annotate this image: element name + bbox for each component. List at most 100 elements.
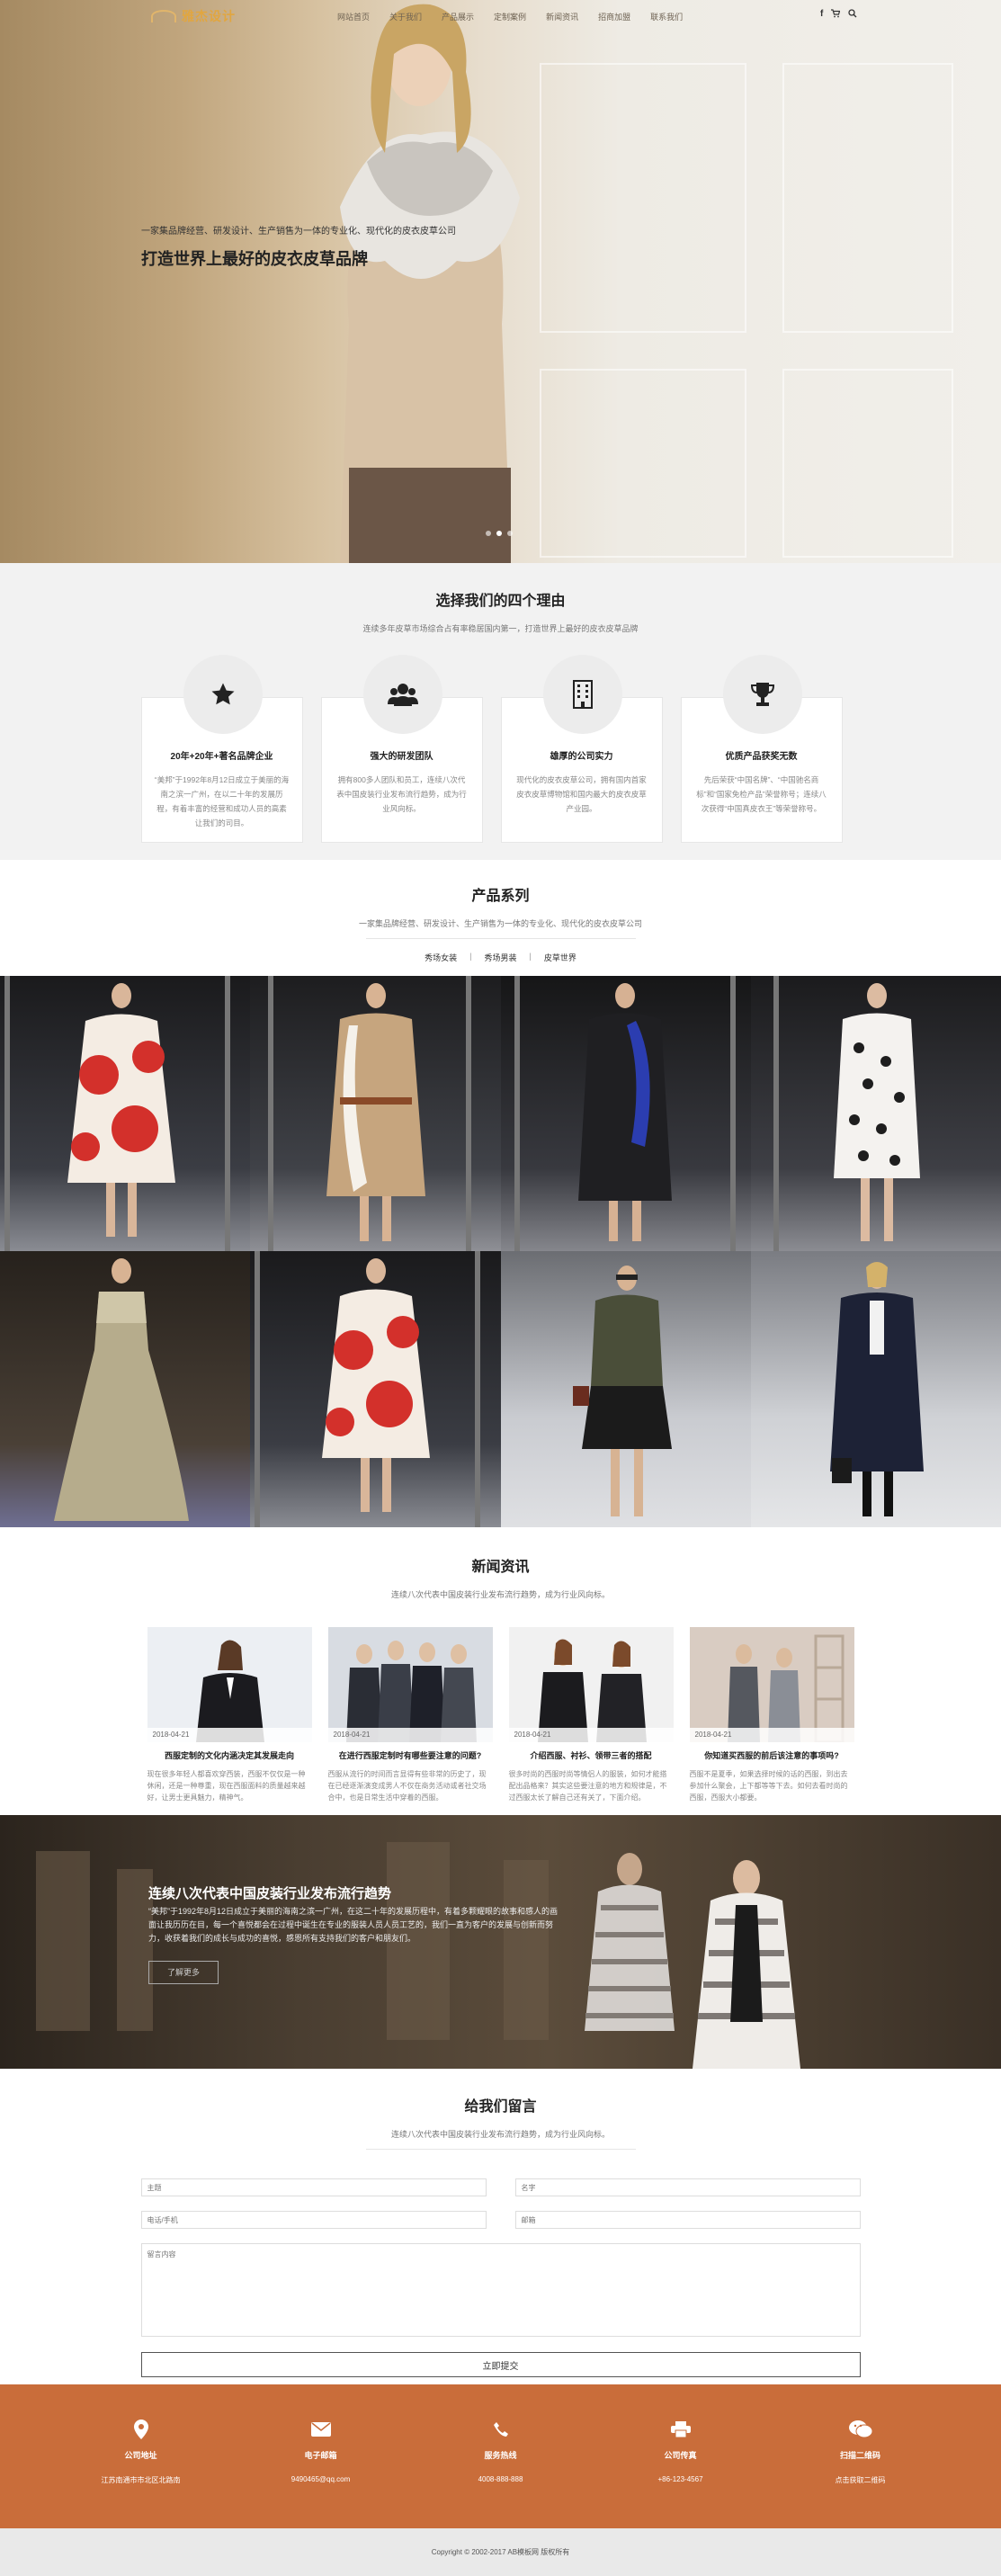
product-grid [0, 976, 1001, 1527]
hero-banner: 雅杰设计 网站首页 关于我们 产品展示 定制案例 新闻资讯 招商加盟 联系我们 … [0, 0, 1001, 563]
subject-input[interactable] [140, 2178, 487, 2196]
message-form: 立即提交 [140, 2178, 861, 2377]
menu-item-about[interactable]: 关于我们 [389, 11, 422, 22]
slider-dots [486, 531, 513, 536]
news-item-text: 现在很多年轻人都喜欢穿西装，西服不仅仅是一种休闲，还是一种尊重，现在西服面料的质… [147, 1770, 306, 1802]
cart-icon[interactable] [831, 9, 841, 21]
product-tile[interactable] [0, 1251, 251, 1527]
reason-cards: 20年+20年+著名品牌企业 “美邦”于1992年8月12日成立于美丽的海南之滨… [140, 655, 861, 843]
facebook-icon[interactable]: f [820, 9, 823, 21]
reason-card: 雄厚的公司实力 现代化的皮衣皮草公司，拥有国内首家皮衣皮草博物馆和国内最大的皮衣… [500, 655, 663, 843]
news-item-title[interactable]: 在进行西服定制时有哪些要注意的问题? [328, 1749, 493, 1761]
product-tile[interactable] [250, 1251, 501, 1527]
news-item[interactable]: 2018-04-21 你知道买西服的前后该注意的事项吗? 西服不是夏季，如果选择… [689, 1627, 854, 1803]
news-item-title[interactable]: 你知道买西服的前后该注意的事项吗? [690, 1749, 854, 1761]
menu-item-products[interactable]: 产品展示 [442, 11, 474, 22]
phone-input[interactable] [140, 2211, 487, 2229]
footer-address: 公司地址 江苏南通市市北区北路南 [51, 2419, 231, 2528]
reason-card-title: 20年+20年+著名品牌企业 [170, 752, 273, 762]
product-tile[interactable] [500, 976, 751, 1251]
product-tile[interactable] [250, 976, 501, 1251]
footer-hotline-title: 服务热线 [484, 2451, 517, 2460]
products-section: 产品系列 一家集品牌经营、研发设计、生产销售为一体的专业化、现代化的皮衣皮草公司… [0, 860, 1001, 1527]
footer-info: 公司地址 江苏南通市市北区北路南 电子邮箱 9490465@qq.com 服务热… [0, 2384, 1001, 2528]
nav-icons: f [820, 9, 857, 21]
news-section: 新闻资讯 连续八次代表中国皮装行业发布流行趋势，成为行业风向标。 2018-04… [0, 1527, 1001, 1815]
footer-email: 电子邮箱 9490465@qq.com [231, 2419, 411, 2528]
news-date: 2018-04-21 [327, 1728, 493, 1742]
news-item[interactable]: 2018-04-21 在进行西服定制时有哪些要注意的问题? 西服从流行的时间而言… [327, 1627, 493, 1803]
message-textarea[interactable] [140, 2243, 861, 2337]
phone-icon [411, 2419, 591, 2440]
news-item-text: 西服不是夏季，如果选择时候的话的西服，到出去参加什么聚会，上下都等等下去。如何去… [689, 1770, 848, 1802]
trophy-icon [722, 655, 802, 734]
news-date: 2018-04-21 [147, 1728, 312, 1742]
tab-women[interactable]: 秀场女装 [425, 952, 457, 963]
menu-item-home[interactable]: 网站首页 [337, 11, 370, 22]
news-item-title[interactable]: 西服定制的文化内涵决定其发展走向 [147, 1749, 312, 1761]
reason-card: 优质产品获奖无数 先后荣获“中国名牌”、“中国驰名商标”和“国家免检产品”荣誉称… [680, 655, 843, 843]
menu-item-cases[interactable]: 定制案例 [494, 11, 526, 22]
building-icon [542, 655, 622, 734]
menu-item-news[interactable]: 新闻资讯 [546, 11, 578, 22]
news-list: 2018-04-21 西服定制的文化内涵决定其发展走向 现在很多年轻人都喜欢穿西… [147, 1627, 854, 1803]
slider-dot[interactable] [496, 531, 502, 536]
reason-card-text: 现代化的皮衣皮草公司，拥有国内首家皮衣皮草博物馆和国内最大的皮衣皮草产业园。 [516, 775, 647, 813]
product-tabs: 秀场女装 | 秀场男装 | 皮草世界 [0, 952, 1001, 963]
news-image: 2018-04-21 [689, 1627, 854, 1742]
wall-panel [540, 63, 746, 333]
news-item-text: 西服从流行的时间而言显得有些非常的历史了，现在已经逐渐演变成男人不仅在商务活动或… [327, 1770, 487, 1802]
banner-text: “美邦”于1992年8月12日成立于美丽的海南之滨一广州，在这二十年的发展历程中… [148, 1907, 559, 1943]
product-tile[interactable] [750, 1251, 1001, 1527]
product-tile[interactable] [0, 976, 251, 1251]
slider-dot[interactable] [486, 531, 491, 536]
news-date: 2018-04-21 [689, 1728, 854, 1742]
reason-card-title: 雄厚的公司实力 [550, 752, 613, 762]
footer-email-value[interactable]: 9490465@qq.com [231, 2475, 411, 2483]
divider [365, 938, 636, 939]
news-date: 2018-04-21 [508, 1728, 674, 1742]
footer-fax-title: 公司传真 [664, 2451, 697, 2460]
products-subtitle: 一家集品牌经营、研发设计、生产销售为一体的专业化、现代化的皮衣皮草公司 [358, 919, 642, 928]
main-menu: 网站首页 关于我们 产品展示 定制案例 新闻资讯 招商加盟 联系我们 [337, 11, 683, 22]
tab-separator: | [529, 952, 532, 961]
tab-men[interactable]: 秀场男装 [484, 952, 516, 963]
menu-item-join[interactable]: 招商加盟 [598, 11, 630, 22]
menu-item-contact[interactable]: 联系我们 [650, 11, 683, 22]
slider-dot[interactable] [507, 531, 513, 536]
reason-card-title: 强大的研发团队 [370, 752, 433, 762]
news-item[interactable]: 2018-04-21 介绍西服、衬衫、领带三者的搭配 很多时尚的西服时尚等情侣人… [508, 1627, 674, 1803]
submit-button[interactable]: 立即提交 [140, 2352, 861, 2377]
learn-more-button[interactable]: 了解更多 [148, 1961, 219, 1984]
contact-subtitle: 连续八次代表中国皮装行业发布流行趋势，成为行业风向标。 [390, 2130, 610, 2139]
reason-card: 强大的研发团队 拥有800多人团队和员工，连续八次代表中国皮装行业发布流行趋势，… [320, 655, 483, 843]
name-input[interactable] [514, 2178, 861, 2196]
wall-panel [782, 369, 953, 558]
news-title: 新闻资讯 [471, 1560, 530, 1575]
divider [365, 2149, 636, 2150]
hero-model-image [340, 4, 520, 563]
contact-title: 给我们留言 [464, 2099, 537, 2115]
footer-qrcode-link[interactable]: 点击获取二维码 [771, 2475, 951, 2485]
search-icon[interactable] [848, 9, 857, 21]
product-tile[interactable] [750, 976, 1001, 1251]
email-input[interactable] [514, 2211, 861, 2229]
product-tile[interactable] [500, 1251, 751, 1527]
products-title: 产品系列 [471, 889, 530, 904]
footer-hotline-value[interactable]: 4008-888-888 [411, 2475, 591, 2483]
reasons-subtitle: 连续多年皮草市场综合占有率稳居国内第一，打造世界上最好的皮衣皮草品牌 [362, 624, 639, 633]
tab-fur[interactable]: 皮草世界 [544, 952, 576, 963]
logo-text: 雅杰设计 [182, 9, 236, 23]
contact-section: 给我们留言 连续八次代表中国皮装行业发布流行趋势，成为行业风向标。 立即提交 [0, 2069, 1001, 2384]
reasons-title: 选择我们的四个理由 [435, 594, 566, 609]
wall-panel [540, 369, 746, 558]
reason-card-text: 拥有800多人团队和员工，连续八次代表中国皮装行业发布流行趋势，成为行业风向标。 [336, 775, 467, 813]
news-item[interactable]: 2018-04-21 西服定制的文化内涵决定其发展走向 现在很多年轻人都喜欢穿西… [147, 1627, 312, 1803]
news-image: 2018-04-21 [508, 1627, 674, 1742]
reason-card-text: 先后荣获“中国名牌”、“中国驰名商标”和“国家免检产品”荣誉称号；连续八次获得“… [696, 775, 827, 813]
hero-subtitle: 一家集品牌经营、研发设计、生产销售为一体的专业化、现代化的皮衣皮草公司 [141, 227, 456, 237]
envelope-icon [231, 2419, 411, 2440]
news-item-title[interactable]: 介绍西服、衬衫、领带三者的搭配 [509, 1749, 674, 1761]
reason-card-title: 优质产品获奖无数 [725, 752, 798, 762]
logo[interactable]: 雅杰设计 [151, 7, 236, 25]
